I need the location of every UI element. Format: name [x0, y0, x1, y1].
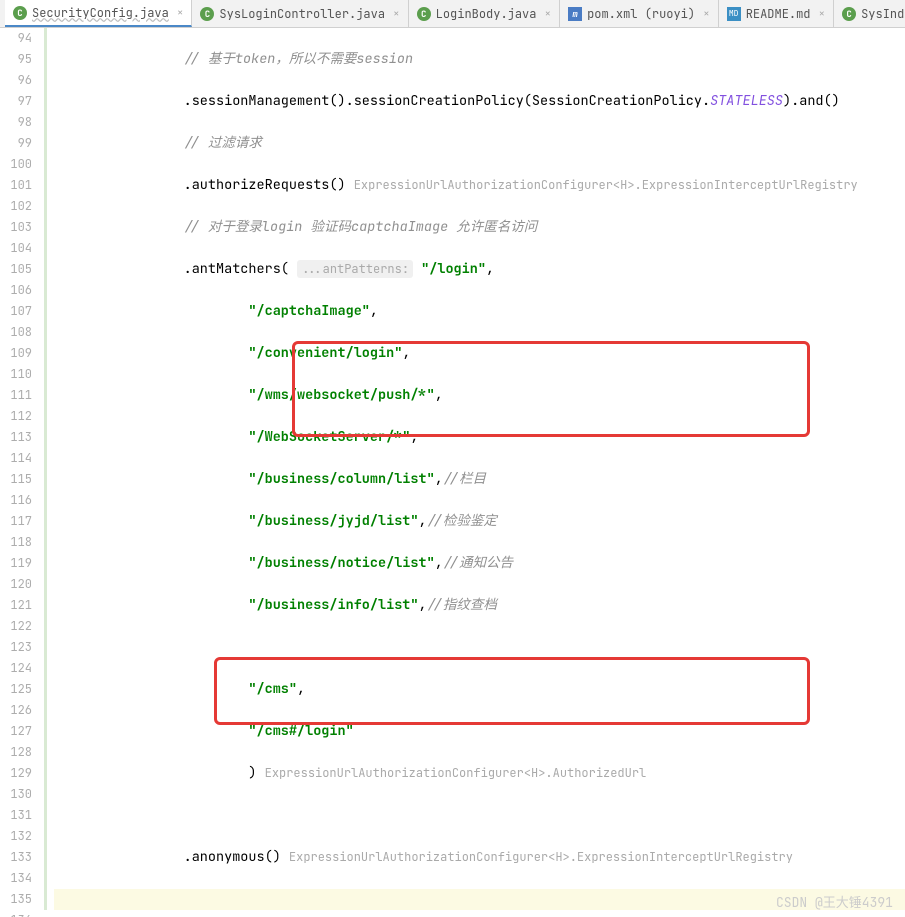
tab-pom-xml[interactable]: mpom.xml (ruoyi)×: [560, 0, 719, 27]
java-class-icon: C: [842, 7, 856, 21]
tab-security-config[interactable]: CSecurityConfig.java×: [5, 0, 192, 27]
code-text: ,: [297, 680, 305, 698]
markdown-icon: MD: [727, 7, 741, 21]
string: "/captchaImage": [248, 302, 370, 320]
code-text: ,: [370, 302, 378, 320]
close-icon[interactable]: ×: [177, 6, 184, 20]
code-area[interactable]: // 基于token，所以不需要session .sessionManageme…: [54, 28, 905, 917]
code-text: ,: [435, 470, 443, 488]
code-editor[interactable]: 9495969798991001011021031041051061071081…: [0, 28, 905, 917]
watermark: CSDN @王大锤4391: [776, 892, 893, 911]
java-class-icon: C: [13, 6, 27, 20]
string: "/wms/websocket/push/*": [248, 386, 434, 404]
type-hint: ExpressionUrlAuthorizationConfigurer<H>.…: [265, 765, 647, 781]
string: "/business/column/list": [248, 470, 434, 488]
string: "/business/info/list": [248, 596, 418, 614]
string: "/business/notice/list": [248, 554, 434, 572]
editor-tabs: CSecurityConfig.java× CSysLoginControlle…: [0, 0, 905, 28]
string: "/cms#/login": [248, 722, 353, 740]
maven-icon: m: [568, 7, 582, 21]
code-text: .anonymous(): [184, 848, 281, 866]
java-class-icon: C: [200, 7, 214, 21]
tab-sys-login-controller[interactable]: CSysLoginController.java×: [192, 0, 408, 27]
comment: //栏目: [443, 470, 486, 488]
code-text: .sessionManagement().sessionCreationPoli…: [184, 92, 711, 110]
code-text: ,: [410, 428, 418, 446]
string: "/login": [421, 260, 486, 278]
tab-sys-index-controller[interactable]: CSysIndexController.java: [834, 0, 905, 27]
code-text: ): [248, 764, 256, 782]
comment: // 对于登录login 验证码captchaImage 允许匿名访问: [184, 218, 538, 236]
tab-readme[interactable]: MDREADME.md×: [719, 0, 834, 27]
code-text: ,: [419, 512, 427, 530]
string: "/cms": [248, 680, 297, 698]
string: "/convenient/login": [248, 344, 402, 362]
comment: //通知公告: [443, 554, 513, 572]
java-class-icon: C: [417, 7, 431, 21]
fold-column: [42, 28, 54, 917]
code-text: .authorizeRequests(): [184, 176, 346, 194]
code-text: ,: [435, 386, 443, 404]
code-text: ,: [419, 596, 427, 614]
type-hint: ExpressionUrlAuthorizationConfigurer<H>.…: [354, 177, 858, 193]
constant: STATELESS: [710, 92, 783, 110]
code-text: ).and(): [783, 92, 840, 110]
tab-login-body[interactable]: CLoginBody.java×: [409, 0, 560, 27]
comment: //检验鉴定: [427, 512, 497, 530]
line-numbers: 9495969798991001011021031041051061071081…: [0, 28, 42, 917]
param-hint: ...antPatterns:: [297, 260, 413, 278]
comment: //指纹查档: [427, 596, 497, 614]
string: "/WebSocketServer/*": [248, 428, 410, 446]
string: "/business/jyjd/list": [248, 512, 418, 530]
type-hint: ExpressionUrlAuthorizationConfigurer<H>.…: [289, 849, 793, 865]
comment: // 基于token，所以不需要session: [184, 50, 414, 68]
code-text: ,: [435, 554, 443, 572]
close-icon[interactable]: ×: [544, 7, 551, 21]
close-icon[interactable]: ×: [393, 7, 400, 21]
ide-window: CSecurityConfig.java× CSysLoginControlle…: [0, 0, 905, 917]
code-text: ,: [486, 260, 494, 278]
comment: // 过滤请求: [184, 134, 262, 152]
close-icon[interactable]: ×: [703, 7, 710, 21]
code-text: .antMatchers(: [184, 260, 289, 278]
close-icon[interactable]: ×: [819, 7, 826, 21]
code-text: ,: [402, 344, 410, 362]
